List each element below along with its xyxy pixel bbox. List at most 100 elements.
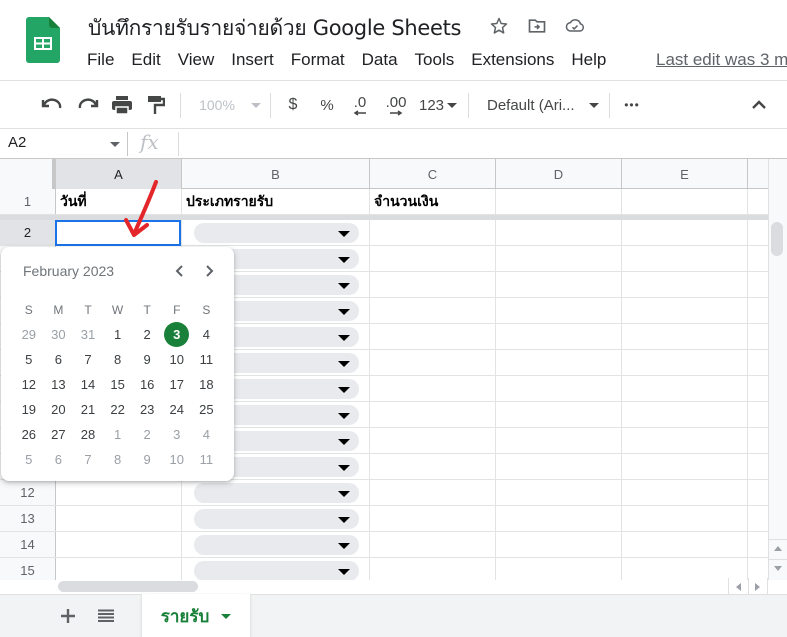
menu-edit[interactable]: Edit (131, 50, 160, 70)
dropdown-chip[interactable] (194, 561, 359, 580)
cloud-saved-icon[interactable] (565, 16, 585, 36)
dropdown-chip[interactable] (194, 483, 359, 503)
amount-cell[interactable] (370, 324, 496, 349)
vertical-scroll-thumb[interactable] (771, 222, 783, 256)
amount-cell[interactable] (370, 246, 496, 271)
cell[interactable] (496, 246, 622, 271)
column-header-d[interactable]: D (496, 159, 622, 189)
cell[interactable] (622, 402, 748, 427)
next-month-button[interactable] (200, 261, 220, 281)
calendar-day[interactable]: 7 (73, 347, 103, 372)
calendar-day[interactable]: 30 (44, 322, 74, 347)
last-edit-link[interactable]: Last edit was 3 m (656, 50, 787, 70)
all-sheets-button[interactable] (95, 605, 117, 627)
name-box-dropdown-icon[interactable] (110, 142, 120, 147)
cell[interactable] (622, 558, 748, 580)
calendar-day[interactable]: 22 (103, 397, 133, 422)
undo-button[interactable] (40, 93, 64, 117)
sheet-tab-income[interactable]: รายรับ (142, 594, 250, 637)
vertical-scrollbar[interactable] (768, 159, 787, 580)
menu-format[interactable]: Format (291, 50, 345, 70)
calendar-day[interactable]: 2 (132, 422, 162, 447)
amount-cell[interactable] (370, 506, 496, 531)
menu-help[interactable]: Help (571, 50, 606, 70)
amount-cell[interactable] (370, 220, 496, 245)
cell[interactable] (622, 532, 748, 557)
decrease-decimal-button[interactable]: .0 (348, 93, 372, 117)
dropdown-chip[interactable] (194, 535, 359, 555)
calendar-day[interactable]: 20 (44, 397, 74, 422)
calendar-day[interactable]: 11 (192, 447, 222, 472)
cell[interactable] (496, 532, 622, 557)
calendar-day[interactable]: 8 (103, 447, 133, 472)
header-cell-amount[interactable]: จำนวนเงิน (370, 189, 496, 214)
header-cell-income-type[interactable]: ประเภทรายรับ (182, 189, 370, 214)
calendar-day[interactable]: 18 (192, 372, 222, 397)
calendar-day[interactable]: 21 (73, 397, 103, 422)
income-type-cell[interactable] (182, 532, 370, 557)
cell[interactable] (496, 402, 622, 427)
calendar-day[interactable]: 14 (73, 372, 103, 397)
dropdown-chip[interactable] (194, 223, 359, 243)
amount-cell[interactable] (370, 350, 496, 375)
cell[interactable] (622, 454, 748, 479)
calendar-day[interactable]: 6 (44, 347, 74, 372)
scroll-down-button[interactable] (769, 559, 787, 577)
calendar-day[interactable]: 12 (14, 372, 44, 397)
calendar-day[interactable]: 5 (14, 347, 44, 372)
calendar-day[interactable]: 4 (192, 322, 222, 347)
scroll-right-button[interactable] (749, 578, 768, 595)
row-header[interactable]: 1 (0, 189, 56, 214)
calendar-day[interactable]: 28 (73, 422, 103, 447)
amount-cell[interactable] (370, 558, 496, 580)
menu-extensions[interactable]: Extensions (471, 50, 554, 70)
column-header-b[interactable]: B (182, 159, 370, 189)
calendar-day[interactable]: 1 (103, 322, 133, 347)
amount-cell[interactable] (370, 298, 496, 323)
cell[interactable] (622, 324, 748, 349)
cell[interactable] (622, 220, 748, 245)
header-cell-date[interactable]: วันที่ (56, 189, 182, 214)
calendar-day[interactable]: 1 (103, 422, 133, 447)
menu-tools[interactable]: Tools (415, 50, 455, 70)
print-button[interactable] (110, 93, 134, 117)
calendar-day[interactable]: 19 (14, 397, 44, 422)
menu-view[interactable]: View (178, 50, 215, 70)
amount-cell[interactable] (370, 428, 496, 453)
income-type-cell[interactable] (182, 558, 370, 580)
column-header-c[interactable]: C (370, 159, 496, 189)
amount-cell[interactable] (370, 272, 496, 297)
cell[interactable] (496, 189, 622, 214)
cell[interactable] (496, 272, 622, 297)
previous-month-button[interactable] (169, 261, 189, 281)
google-sheets-logo-icon[interactable] (26, 17, 60, 63)
date-cell[interactable] (56, 480, 182, 505)
cell[interactable] (622, 272, 748, 297)
calendar-day[interactable]: 26 (14, 422, 44, 447)
calendar-day[interactable]: 27 (44, 422, 74, 447)
calendar-day[interactable]: 3 (162, 422, 192, 447)
calendar-day[interactable]: 10 (162, 447, 192, 472)
column-header-e[interactable]: E (622, 159, 748, 189)
date-cell[interactable] (56, 532, 182, 557)
horizontal-scrollbar[interactable] (56, 580, 768, 594)
star-icon[interactable] (489, 16, 509, 36)
font-family-select[interactable]: Default (Ari... (487, 93, 599, 117)
calendar-day[interactable]: 23 (132, 397, 162, 422)
name-box[interactable]: A2 (8, 134, 26, 151)
cell[interactable] (496, 454, 622, 479)
calendar-day[interactable]: 6 (44, 447, 74, 472)
select-all-corner[interactable] (0, 159, 56, 189)
cell[interactable] (622, 246, 748, 271)
cell[interactable] (496, 428, 622, 453)
cell[interactable] (622, 298, 748, 323)
scroll-left-button[interactable] (729, 578, 749, 595)
horizontal-scroll-thumb[interactable] (58, 581, 198, 592)
calendar-day[interactable]: 2 (132, 322, 162, 347)
document-title[interactable]: บันทึกรายรับรายจ่ายด้วย Google Sheets (88, 12, 462, 45)
dropdown-chip[interactable] (194, 509, 359, 529)
scroll-up-button[interactable] (769, 539, 787, 557)
cell[interactable] (622, 376, 748, 401)
redo-button[interactable] (76, 93, 100, 117)
move-to-folder-icon[interactable] (527, 16, 547, 36)
